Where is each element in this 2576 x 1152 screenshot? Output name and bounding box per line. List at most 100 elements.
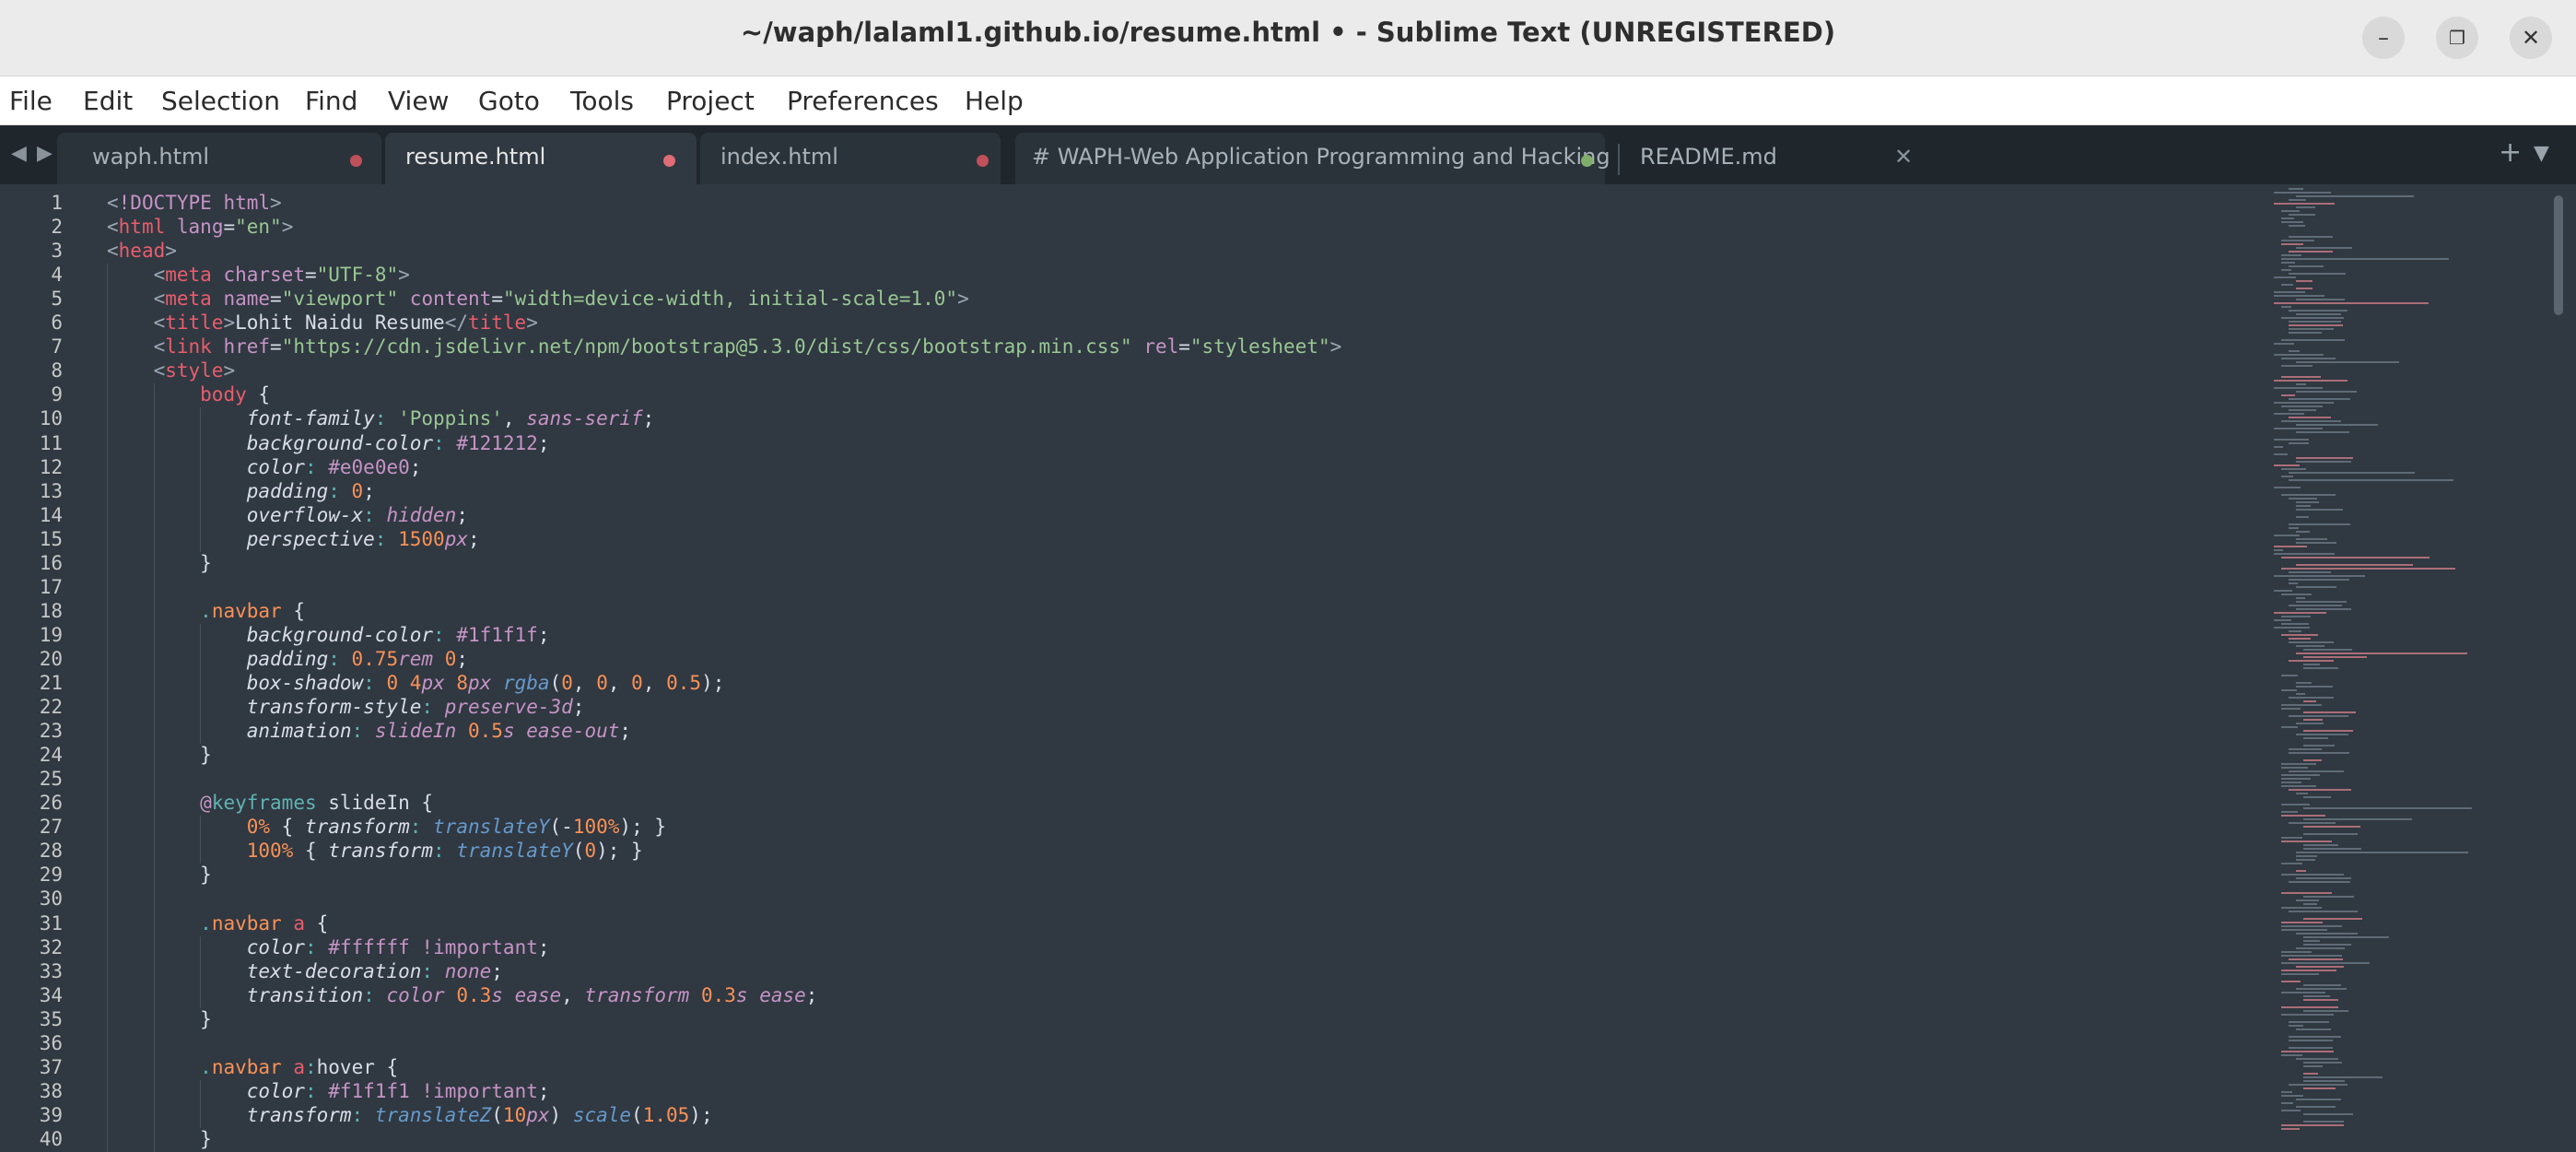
tab-waph-html[interactable]: waph.html xyxy=(57,133,381,184)
code-line[interactable]: transform-style: preserve-3d; xyxy=(107,696,585,720)
minimap-line xyxy=(2296,195,2414,197)
modified-dot-icon[interactable] xyxy=(663,155,675,167)
menu-goto[interactable]: Goto xyxy=(478,86,540,116)
minimap-line xyxy=(2281,623,2309,625)
menu-find[interactable]: Find xyxy=(305,86,357,116)
code-line[interactable]: 100% { transform: translateY(0); } xyxy=(107,840,643,864)
minimap-line xyxy=(2281,240,2314,241)
code-line[interactable]: color: #f1f1f1 !important; xyxy=(107,1080,550,1104)
code-line[interactable]: text-decoration: none; xyxy=(107,960,503,984)
close-icon[interactable]: ✕ xyxy=(2510,17,2552,59)
minimap[interactable] xyxy=(2266,184,2561,1143)
tab-resume-html[interactable]: resume.html xyxy=(385,133,697,184)
minimap-line xyxy=(2303,1065,2323,1067)
code-line[interactable]: overflow-x: hidden; xyxy=(107,504,468,528)
indent-guide xyxy=(107,264,108,1152)
minimap-line xyxy=(2303,759,2322,761)
code-line[interactable]: .navbar a:hover { xyxy=(107,1056,398,1080)
menu-help[interactable]: Help xyxy=(965,86,1024,116)
minimap-line xyxy=(2289,442,2309,444)
line-number: 17 xyxy=(39,575,63,598)
tab-readme-md[interactable]: README.md ✕ xyxy=(1623,133,1918,184)
minimap-line xyxy=(2281,420,2341,422)
minimap-line xyxy=(2296,457,2353,459)
code-line[interactable]: <meta charset="UTF-8"> xyxy=(107,264,410,288)
modified-dot-icon[interactable] xyxy=(977,155,989,167)
code-line[interactable]: background-color: #1f1f1f; xyxy=(107,624,550,648)
tab-scroll-right-icon[interactable]: ▶ xyxy=(37,142,53,165)
code-line[interactable]: transform: translateZ(10px) scale(1.05); xyxy=(107,1104,713,1128)
menu-view[interactable]: View xyxy=(388,86,449,116)
minimap-line xyxy=(2303,984,2341,986)
tab-index-html[interactable]: index.html xyxy=(700,133,1001,184)
plus-icon[interactable]: + xyxy=(2499,136,2522,169)
minimize-icon[interactable]: – xyxy=(2362,17,2405,59)
minimap-line xyxy=(2303,719,2323,721)
code-line[interactable]: } xyxy=(107,1128,212,1152)
code-line[interactable]: } xyxy=(107,744,212,768)
code-line[interactable]: background-color: #121212; xyxy=(107,432,550,456)
modified-dot-icon[interactable] xyxy=(1581,155,1593,167)
minimap-line xyxy=(2289,1025,2303,1027)
code-line[interactable]: <html lang="en"> xyxy=(107,216,293,240)
code-line[interactable]: body { xyxy=(107,383,270,407)
menu-preferences[interactable]: Preferences xyxy=(787,86,939,116)
minimap-line xyxy=(2281,317,2344,319)
minimap-line xyxy=(2281,689,2297,691)
code-line[interactable]: } xyxy=(107,552,212,576)
code-line[interactable]: @keyframes slideIn { xyxy=(107,792,433,816)
minimap-line xyxy=(2303,896,2354,898)
minimap-line xyxy=(2303,700,2316,702)
minimap-line xyxy=(2303,833,2358,835)
indent-guide xyxy=(200,816,202,864)
minimap-line xyxy=(2296,852,2468,853)
line-number: 39 xyxy=(39,1103,63,1126)
minimap-line xyxy=(2296,564,2413,566)
minimap-line xyxy=(2303,1121,2344,1123)
code-line[interactable]: padding: 0; xyxy=(107,480,375,504)
minimap-line xyxy=(2296,1099,2341,1100)
code-line[interactable]: padding: 0.75rem 0; xyxy=(107,648,468,672)
code-line[interactable]: color: #ffffff !important; xyxy=(107,936,550,960)
modified-dot-icon[interactable] xyxy=(350,155,362,167)
menu-tools[interactable]: Tools xyxy=(570,86,634,116)
minimap-line xyxy=(2281,767,2308,769)
minimap-line xyxy=(2296,501,2319,503)
code-line[interactable]: <link href="https://cdn.jsdelivr.net/npm… xyxy=(107,335,1342,359)
code-line[interactable]: perspective: 1500px; xyxy=(107,528,480,552)
code-line[interactable]: <meta name="viewport" content="width=dev… xyxy=(107,288,969,312)
code-line[interactable]: transition: color 0.3s ease, transform 0… xyxy=(107,984,818,1008)
code-editor[interactable]: 1 2 3 4 5 6 7 8 9 10 11 12 13 14 15 16 17 18 19 20 21 22 23 24 2… xyxy=(0,184,2576,1152)
code-line[interactable]: animation: slideIn 0.5s ease-out; xyxy=(107,720,631,744)
menu-selection[interactable]: Selection xyxy=(161,86,280,116)
minimap-line xyxy=(2281,494,2336,496)
chevron-down-icon[interactable]: ▼ xyxy=(2534,142,2549,165)
vertical-scrollbar[interactable] xyxy=(2554,195,2563,315)
line-number: 27 xyxy=(39,816,63,839)
tab-close-icon[interactable]: ✕ xyxy=(1894,144,1913,170)
code-line[interactable]: <head> xyxy=(107,240,177,264)
code-line[interactable]: } xyxy=(107,864,212,888)
code-line[interactable]: 0% { transform: translateY(-100%); } xyxy=(107,816,666,840)
maximize-icon[interactable]: ❐ xyxy=(2436,17,2478,59)
code-line[interactable]: .navbar a { xyxy=(107,912,328,936)
menu-edit[interactable]: Edit xyxy=(83,86,133,116)
minimap-line xyxy=(2303,1010,2348,1012)
minimap-line xyxy=(2274,354,2324,356)
tab-scroll-left-icon[interactable]: ◀ xyxy=(11,142,27,165)
minimap-line xyxy=(2274,428,2323,429)
code-line[interactable]: <!DOCTYPE html> xyxy=(107,192,282,216)
code-line[interactable]: } xyxy=(107,1008,212,1032)
tab-waph-readme-title[interactable]: # WAPH-Web Application Programming and H… xyxy=(1015,133,1610,184)
minimap-line xyxy=(2296,391,2357,393)
menu-file[interactable]: File xyxy=(9,86,53,116)
menu-project[interactable]: Project xyxy=(666,86,755,116)
minimap-line xyxy=(2296,424,2378,426)
code-line[interactable]: <style> xyxy=(107,359,236,383)
code-line[interactable]: <title>Lohit Naidu Resume</title> xyxy=(107,312,538,335)
minimap-line xyxy=(2281,782,2301,783)
minimap-line xyxy=(2296,966,2344,968)
minimap-line xyxy=(2296,682,2312,684)
code-line[interactable]: .navbar { xyxy=(107,600,305,624)
code-line[interactable]: font-family: 'Poppins', sans-serif; xyxy=(107,407,655,431)
